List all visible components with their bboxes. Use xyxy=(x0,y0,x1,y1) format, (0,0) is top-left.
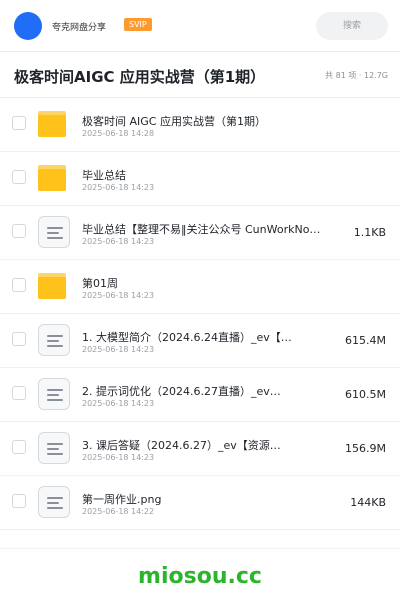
document-icon xyxy=(38,432,70,464)
svip-badge: SVIP xyxy=(124,18,152,31)
file-size: 156.9M xyxy=(345,442,386,455)
select-checkbox[interactable] xyxy=(12,386,26,400)
file-row[interactable]: 第一周作业.png 2025-06-18 14:22 144KB xyxy=(0,476,400,530)
file-size: 615.4M xyxy=(345,334,386,347)
title-row: 极客时间AIGC 应用实战营（第1期） 共 81 项 · 12.7G xyxy=(0,52,400,98)
file-name: 3. 课后答疑（2024.6.27）_ev【资源… xyxy=(82,439,281,452)
folder-icon xyxy=(38,270,70,302)
avatar[interactable] xyxy=(14,12,42,40)
page-title: 极客时间AIGC 应用实战营（第1期） xyxy=(14,68,266,86)
file-name: 1. 大模型简介（2024.6.24直播）_ev【… xyxy=(82,331,292,344)
search-button[interactable]: 搜索 xyxy=(316,12,388,40)
file-date: 2025-06-18 14:23 xyxy=(82,453,155,462)
file-date: 2025-06-18 14:23 xyxy=(82,183,155,192)
file-row[interactable]: 2. 提示词优化（2024.6.27直播）_ev… 2025-06-18 14:2… xyxy=(0,368,400,422)
file-name: 毕业总结 xyxy=(82,169,126,182)
select-checkbox[interactable] xyxy=(12,224,26,238)
file-date: 2025-06-18 14:23 xyxy=(82,237,155,246)
file-name: 第一周作业.png xyxy=(82,493,162,506)
file-row[interactable]: 毕业总结 2025-06-18 14:23 xyxy=(0,152,400,206)
file-row[interactable]: 第01周 2025-06-18 14:23 xyxy=(0,260,400,314)
file-list: 极客时间 AIGC 应用实战营（第1期） 2025-06-18 14:28 毕业总结… xyxy=(0,98,400,530)
file-row[interactable]: 极客时间 AIGC 应用实战营（第1期） 2025-06-18 14:28 xyxy=(0,98,400,152)
watermark: miosou.cc xyxy=(138,564,262,589)
file-size: 1.1KB xyxy=(353,226,386,239)
item-count-meta: 共 81 项 · 12.7G xyxy=(325,71,388,80)
file-name: 第01周 xyxy=(82,277,118,290)
file-size: 144KB xyxy=(350,496,386,509)
select-checkbox[interactable] xyxy=(12,116,26,130)
document-icon xyxy=(38,378,70,410)
file-date: 2025-06-18 14:23 xyxy=(82,399,155,408)
folder-icon xyxy=(38,108,70,140)
document-icon xyxy=(38,324,70,356)
select-checkbox[interactable] xyxy=(12,332,26,346)
share-owner-name: 夸克网盘分享 xyxy=(52,23,107,33)
file-name: 2. 提示词优化（2024.6.27直播）_ev… xyxy=(82,385,281,398)
file-row[interactable]: 3. 课后答疑（2024.6.27）_ev【资源… 2025-06-18 14:2… xyxy=(0,422,400,476)
file-date: 2025-06-18 14:28 xyxy=(82,129,155,138)
select-checkbox[interactable] xyxy=(12,494,26,508)
file-name: 毕业总结【整理不易‖关注公众号 CunWorkNo… xyxy=(82,223,321,236)
select-checkbox[interactable] xyxy=(12,440,26,454)
file-name: 极客时间 AIGC 应用实战营（第1期） xyxy=(82,115,266,128)
folder-icon xyxy=(38,162,70,194)
file-date: 2025-06-18 14:23 xyxy=(82,345,155,354)
file-date: 2025-06-18 14:22 xyxy=(82,507,155,516)
document-icon xyxy=(38,486,70,518)
top-bar: 夸克网盘分享 SVIP 搜索 xyxy=(0,0,400,52)
select-checkbox[interactable] xyxy=(12,170,26,184)
file-row[interactable]: 1. 大模型简介（2024.6.24直播）_ev【… 2025-06-18 14:… xyxy=(0,314,400,368)
file-row[interactable]: 毕业总结【整理不易‖关注公众号 CunWorkNo… 2025-06-18 14:… xyxy=(0,206,400,260)
document-icon xyxy=(38,216,70,248)
file-size: 610.5M xyxy=(345,388,386,401)
select-checkbox[interactable] xyxy=(12,278,26,292)
file-date: 2025-06-18 14:23 xyxy=(82,291,155,300)
